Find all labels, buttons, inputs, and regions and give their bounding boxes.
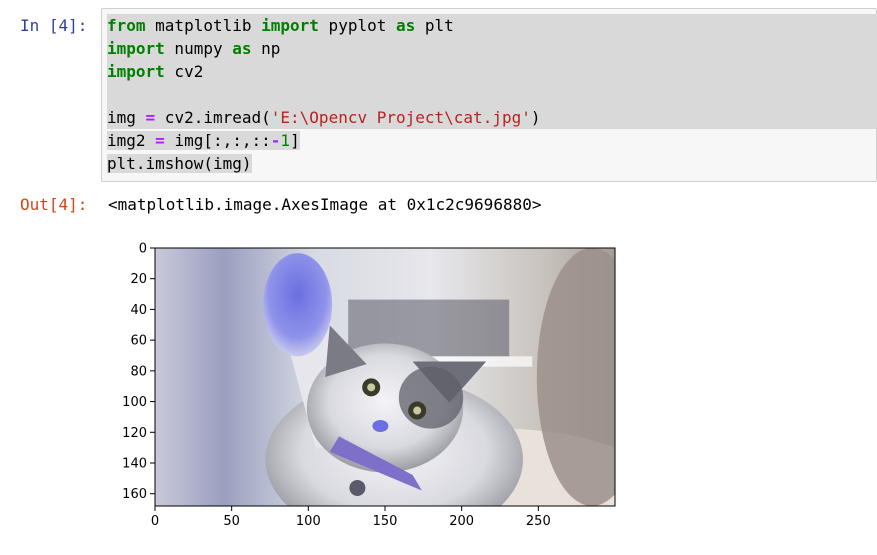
code-token: img2 [107,131,156,150]
code-token: pyplot [318,16,396,35]
code-token: import [107,62,165,81]
code-lines[interactable]: from matplotlib import pyplot as plt impo… [107,14,877,175]
y-tick-label: 60 [130,334,147,349]
code-token: - [270,131,281,150]
code-token: 'E:\Opencv Project\cat.jpg' [270,108,531,127]
y-tick-label: 40 [130,303,147,318]
code-token: = [145,108,156,127]
code-line[interactable]: from matplotlib import pyplot as plt [107,14,877,37]
code-token: img [107,108,146,127]
input-prompt: In [4]: [20,16,88,35]
code-token: from [107,16,146,35]
code-line[interactable] [107,83,877,106]
code-token: ) [530,108,541,127]
x-tick-label: 250 [526,514,551,529]
y-tick-label: 100 [122,395,147,410]
cat-image [155,248,615,506]
code-token: 1 [280,131,291,150]
x-tick-label: 0 [151,514,159,529]
notebook-page: In [4]: from matplotlib import pyplot as… [0,0,877,555]
code-token: import [261,16,319,35]
y-tick-label: 160 [122,487,147,502]
y-tick-label: 80 [130,364,147,379]
output-prompt: Out[4]: [20,195,88,214]
code-token: import [107,39,165,58]
code-token: plt [415,16,454,35]
x-tick-label: 150 [373,514,398,529]
y-tick-label: 120 [122,426,147,441]
x-tick-label: 50 [223,514,240,529]
code-token: matplotlib [145,16,262,35]
code-line[interactable]: img2 = img[:,:,::-1] [107,129,877,152]
code-line[interactable]: import cv2 [107,60,877,83]
x-tick-label: 200 [449,514,474,529]
code-token: plt.imshow(img) [107,154,252,173]
code-token: cv2.imread( [155,108,271,127]
code-token: = [155,131,165,150]
code-token: np [251,39,281,58]
code-token: ] [290,131,300,150]
code-token: as [395,16,416,35]
code-line[interactable]: img = cv2.imread('E:\Opencv Project\cat.… [107,106,877,129]
code-token: as [232,39,252,58]
code-token: img[:,:,:: [164,131,271,150]
output-text: <matplotlib.image.AxesImage at 0x1c2c969… [108,195,542,214]
y-tick-label: 0 [139,242,147,257]
y-tick-label: 140 [122,457,147,472]
y-tick-label: 20 [130,272,147,287]
x-tick-label: 100 [296,514,321,529]
code-token: cv2 [164,62,204,81]
code-line[interactable]: import numpy as np [107,37,877,60]
imshow-plot: 0 50 100 150 200 250 0 20 40 60 80 100 120 140 160 [122,242,616,529]
code-line[interactable]: plt.imshow(img) [107,152,877,175]
code-token: numpy [164,39,233,58]
